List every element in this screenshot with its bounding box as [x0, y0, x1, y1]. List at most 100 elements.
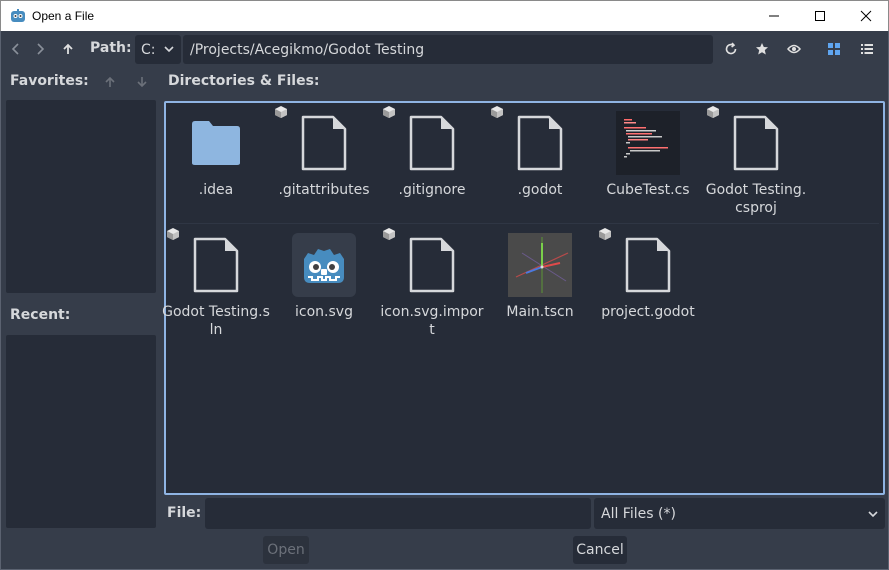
arrow-up-icon — [105, 76, 115, 87]
file-item-cubetest[interactable]: CubeTest.cs — [594, 103, 702, 215]
maximize-icon — [815, 11, 825, 21]
arrow-down-icon — [137, 77, 147, 88]
file-name: project.godot — [601, 304, 695, 320]
file-name-input[interactable] — [205, 498, 591, 529]
row-separator — [170, 223, 879, 224]
file-thumb — [292, 111, 356, 175]
cube-badge-icon — [167, 228, 179, 240]
file-item-icon-import[interactable]: icon.svg.import — [378, 225, 486, 338]
file-thumb — [508, 111, 572, 175]
file-name: CubeTest.cs — [606, 182, 690, 198]
file-icon — [733, 115, 779, 171]
path-input[interactable]: /Projects/Acegikmo/Godot Testing — [183, 35, 713, 64]
file-name: Main.tscn — [506, 304, 574, 320]
godot-app-icon — [11, 9, 25, 22]
cube-badge-icon — [275, 106, 287, 118]
script-thumb — [616, 111, 680, 175]
file-thumb — [616, 233, 680, 297]
cube-badge-icon — [707, 106, 719, 118]
window-title: Open a File — [32, 9, 95, 23]
file-name: Godot Testing.sln — [162, 304, 270, 338]
godot-thumb — [292, 233, 356, 297]
file-name: .idea — [198, 182, 234, 198]
chevron-left-icon — [11, 43, 19, 55]
file-icon — [193, 237, 239, 293]
file-item-csproj[interactable]: Godot Testing.csproj — [702, 103, 810, 216]
list-icon — [861, 44, 873, 54]
favorite-move-up-button[interactable] — [99, 71, 121, 93]
open-button[interactable]: Open — [263, 536, 309, 564]
chevron-right-icon — [37, 43, 45, 55]
file-name: icon.svg — [295, 304, 353, 320]
file-item-gitattributes[interactable]: .gitattributes — [270, 103, 378, 215]
file-icon — [517, 115, 563, 171]
favorites-list[interactable] — [6, 100, 156, 293]
refresh-icon — [725, 42, 737, 55]
file-name: .godot — [517, 182, 563, 198]
file-item-icon-svg[interactable]: icon.svg — [270, 225, 378, 337]
file-thumb — [400, 111, 464, 175]
arrow-up-icon — [63, 43, 73, 54]
file-item-godot[interactable]: .godot — [486, 103, 594, 215]
file-item-main-tscn[interactable]: Main.tscn — [486, 225, 594, 337]
file-filter-select[interactable]: All Files (*) — [594, 498, 885, 529]
folder-icon — [192, 121, 240, 165]
script-preview-icon — [616, 111, 680, 175]
file-label: File: — [167, 505, 202, 521]
chevron-down-icon — [164, 46, 174, 53]
file-icon — [625, 237, 671, 293]
favorite-button[interactable] — [751, 38, 773, 60]
toggle-hidden-button[interactable] — [783, 38, 805, 60]
cube-badge-icon — [491, 106, 503, 118]
minimize-button[interactable] — [751, 1, 797, 31]
path-label: Path: — [90, 40, 132, 56]
favorites-label: Favorites: — [10, 73, 89, 89]
grid-view-button[interactable] — [823, 38, 845, 60]
close-icon — [860, 10, 872, 22]
file-item-idea[interactable]: .idea — [162, 103, 270, 215]
back-button[interactable] — [5, 38, 27, 60]
recent-list[interactable] — [6, 335, 156, 528]
parent-folder-button[interactable] — [57, 38, 79, 60]
file-filter-value: All Files (*) — [601, 505, 676, 522]
drive-value: C: — [141, 41, 156, 58]
file-thumb — [400, 233, 464, 297]
maximize-button[interactable] — [797, 1, 843, 31]
file-icon — [409, 115, 455, 171]
file-icon — [409, 237, 455, 293]
file-name: .gitignore — [398, 182, 466, 198]
file-thumb — [184, 233, 248, 297]
favorite-move-down-button[interactable] — [131, 71, 153, 93]
minimize-icon — [769, 15, 779, 17]
godot-logo-icon — [292, 233, 356, 297]
drive-select[interactable]: C: — [135, 35, 181, 64]
star-icon — [756, 43, 768, 55]
recent-label: Recent: — [10, 307, 71, 323]
scene-thumb — [508, 233, 572, 297]
scene-preview-icon — [508, 233, 572, 297]
file-grid[interactable]: .idea .gitattributes .gitignore .godot C… — [162, 101, 885, 495]
list-view-button[interactable] — [856, 38, 878, 60]
refresh-button[interactable] — [720, 38, 742, 60]
file-thumb — [724, 111, 788, 175]
cancel-button[interactable]: Cancel — [573, 536, 627, 564]
grid-icon — [828, 43, 840, 55]
path-value: /Projects/Acegikmo/Godot Testing — [190, 41, 425, 58]
folder-thumb — [184, 111, 248, 175]
title-bar: Open a File — [0, 0, 889, 31]
dialog-body: Path: C: /Projects/Acegikmo/Godot Testin… — [0, 31, 889, 570]
file-item-gitignore[interactable]: .gitignore — [378, 103, 486, 215]
file-name: icon.svg.import — [380, 304, 484, 338]
close-button[interactable] — [843, 1, 889, 31]
eye-icon — [787, 44, 801, 54]
file-item-project-godot[interactable]: project.godot — [594, 225, 702, 337]
file-icon — [301, 115, 347, 171]
directories-files-label: Directories & Files: — [168, 73, 320, 89]
cube-badge-icon — [599, 228, 611, 240]
cube-badge-icon — [383, 228, 395, 240]
file-name: .gitattributes — [278, 182, 370, 198]
forward-button[interactable] — [29, 38, 51, 60]
path-toolbar: Path: C: /Projects/Acegikmo/Godot Testin… — [1, 35, 889, 64]
file-item-sln[interactable]: Godot Testing.sln — [162, 225, 270, 338]
file-name: Godot Testing.csproj — [705, 182, 807, 216]
